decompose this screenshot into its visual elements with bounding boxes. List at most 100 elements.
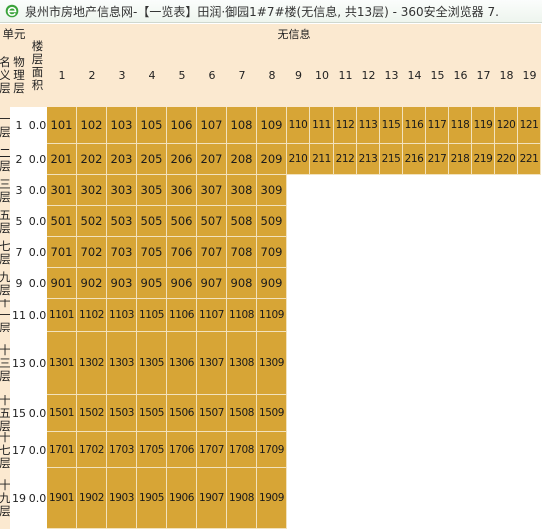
- unit-cell[interactable]: 212: [334, 144, 357, 175]
- unit-cell[interactable]: 1907: [197, 468, 227, 529]
- unit-cell[interactable]: 119: [472, 107, 495, 144]
- unit-cell[interactable]: 1909: [257, 468, 287, 529]
- unit-cell[interactable]: 1708: [227, 432, 257, 468]
- unit-cell[interactable]: 202: [77, 144, 107, 175]
- unit-cell[interactable]: 206: [167, 144, 197, 175]
- unit-cell[interactable]: 1103: [107, 299, 137, 332]
- unit-cell[interactable]: 1307: [197, 332, 227, 395]
- unit-cell[interactable]: 106: [167, 107, 197, 144]
- unit-cell[interactable]: 303: [107, 175, 137, 206]
- unit-cell[interactable]: 112: [334, 107, 357, 144]
- unit-cell[interactable]: 506: [167, 206, 197, 237]
- unit-cell[interactable]: 305: [137, 175, 167, 206]
- unit-cell[interactable]: 302: [77, 175, 107, 206]
- unit-cell[interactable]: 220: [495, 144, 518, 175]
- unit-cell[interactable]: 906: [167, 268, 197, 299]
- unit-cell[interactable]: 216: [403, 144, 426, 175]
- unit-cell[interactable]: 1502: [77, 395, 107, 432]
- unit-cell[interactable]: 705: [137, 237, 167, 268]
- unit-cell[interactable]: 205: [137, 144, 167, 175]
- unit-cell[interactable]: 103: [107, 107, 137, 144]
- unit-cell[interactable]: 210: [287, 144, 310, 175]
- unit-cell[interactable]: 503: [107, 206, 137, 237]
- unit-cell[interactable]: 703: [107, 237, 137, 268]
- unit-cell[interactable]: 208: [227, 144, 257, 175]
- unit-cell[interactable]: 909: [257, 268, 287, 299]
- unit-cell[interactable]: 1902: [77, 468, 107, 529]
- unit-cell[interactable]: 120: [495, 107, 518, 144]
- unit-cell[interactable]: 1106: [167, 299, 197, 332]
- unit-cell[interactable]: 1509: [257, 395, 287, 432]
- unit-cell[interactable]: 1305: [137, 332, 167, 395]
- unit-cell[interactable]: 211: [310, 144, 334, 175]
- unit-cell[interactable]: 218: [449, 144, 472, 175]
- unit-cell[interactable]: 1505: [137, 395, 167, 432]
- unit-cell[interactable]: 213: [357, 144, 380, 175]
- unit-cell[interactable]: 307: [197, 175, 227, 206]
- unit-cell[interactable]: 1705: [137, 432, 167, 468]
- unit-cell[interactable]: 215: [380, 144, 403, 175]
- unit-cell[interactable]: 1102: [77, 299, 107, 332]
- unit-cell[interactable]: 102: [77, 107, 107, 144]
- unit-cell[interactable]: 1109: [257, 299, 287, 332]
- unit-cell[interactable]: 901: [47, 268, 77, 299]
- unit-cell[interactable]: 201: [47, 144, 77, 175]
- unit-cell[interactable]: 702: [77, 237, 107, 268]
- unit-cell[interactable]: 105: [137, 107, 167, 144]
- unit-cell[interactable]: 709: [257, 237, 287, 268]
- unit-cell[interactable]: 505: [137, 206, 167, 237]
- unit-cell[interactable]: 502: [77, 206, 107, 237]
- unit-cell[interactable]: 110: [287, 107, 310, 144]
- unit-cell[interactable]: 1906: [167, 468, 197, 529]
- unit-cell[interactable]: 1701: [47, 432, 77, 468]
- unit-cell[interactable]: 507: [197, 206, 227, 237]
- unit-cell[interactable]: 109: [257, 107, 287, 144]
- unit-cell[interactable]: 1306: [167, 332, 197, 395]
- unit-cell[interactable]: 509: [257, 206, 287, 237]
- unit-cell[interactable]: 908: [227, 268, 257, 299]
- unit-cell[interactable]: 1107: [197, 299, 227, 332]
- unit-cell[interactable]: 101: [47, 107, 77, 144]
- unit-cell[interactable]: 203: [107, 144, 137, 175]
- unit-cell[interactable]: 113: [357, 107, 380, 144]
- unit-cell[interactable]: 118: [449, 107, 472, 144]
- unit-cell[interactable]: 116: [403, 107, 426, 144]
- unit-cell[interactable]: 1503: [107, 395, 137, 432]
- unit-cell[interactable]: 708: [227, 237, 257, 268]
- unit-cell[interactable]: 301: [47, 175, 77, 206]
- unit-cell[interactable]: 1508: [227, 395, 257, 432]
- unit-cell[interactable]: 501: [47, 206, 77, 237]
- unit-cell[interactable]: 1308: [227, 332, 257, 395]
- unit-cell[interactable]: 1702: [77, 432, 107, 468]
- unit-cell[interactable]: 309: [257, 175, 287, 206]
- unit-cell[interactable]: 1501: [47, 395, 77, 432]
- unit-cell[interactable]: 308: [227, 175, 257, 206]
- unit-cell[interactable]: 1301: [47, 332, 77, 395]
- unit-cell[interactable]: 1507: [197, 395, 227, 432]
- unit-cell[interactable]: 209: [257, 144, 287, 175]
- unit-cell[interactable]: 1905: [137, 468, 167, 529]
- unit-cell[interactable]: 306: [167, 175, 197, 206]
- unit-cell[interactable]: 1903: [107, 468, 137, 529]
- unit-cell[interactable]: 108: [227, 107, 257, 144]
- unit-cell[interactable]: 1105: [137, 299, 167, 332]
- unit-cell[interactable]: 1908: [227, 468, 257, 529]
- unit-cell[interactable]: 701: [47, 237, 77, 268]
- unit-cell[interactable]: 1101: [47, 299, 77, 332]
- unit-cell[interactable]: 508: [227, 206, 257, 237]
- unit-cell[interactable]: 1303: [107, 332, 137, 395]
- unit-cell[interactable]: 111: [310, 107, 334, 144]
- unit-cell[interactable]: 1709: [257, 432, 287, 468]
- unit-cell[interactable]: 707: [197, 237, 227, 268]
- unit-cell[interactable]: 907: [197, 268, 227, 299]
- unit-cell[interactable]: 1703: [107, 432, 137, 468]
- unit-cell[interactable]: 121: [518, 107, 541, 144]
- unit-cell[interactable]: 1302: [77, 332, 107, 395]
- unit-cell[interactable]: 905: [137, 268, 167, 299]
- unit-cell[interactable]: 221: [518, 144, 541, 175]
- unit-cell[interactable]: 217: [426, 144, 449, 175]
- unit-cell[interactable]: 107: [197, 107, 227, 144]
- unit-cell[interactable]: 117: [426, 107, 449, 144]
- unit-cell[interactable]: 115: [380, 107, 403, 144]
- unit-cell[interactable]: 1309: [257, 332, 287, 395]
